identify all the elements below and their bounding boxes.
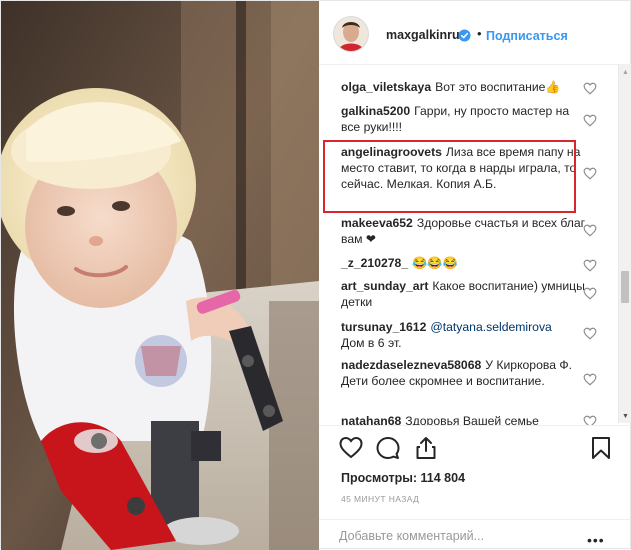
- comment: galkina5200 Гарри, ну просто мастер на вс…: [341, 103, 586, 135]
- post-photo[interactable]: [1, 1, 319, 550]
- comment-username[interactable]: natahan68: [341, 414, 401, 425]
- post-timestamp[interactable]: 45 МИНУТ НАЗАД: [341, 494, 419, 504]
- heart-icon[interactable]: [583, 259, 597, 272]
- heart-icon[interactable]: [583, 373, 597, 386]
- comment-icon[interactable]: [376, 436, 400, 460]
- comment-username[interactable]: olga_viletskaya: [341, 80, 431, 94]
- comment-username[interactable]: _z_210278_: [341, 256, 408, 270]
- comment: tursunay_1612 @tatyana.seldemirova Дом в 6…: [341, 319, 586, 351]
- post-sidebar: maxgalkinru • Подписаться olga_viletskay…: [319, 1, 631, 550]
- comment-username[interactable]: makeeva652: [341, 216, 413, 230]
- comment: _z_210278_ 😂😂😂: [341, 255, 586, 271]
- comment-mention[interactable]: @tatyana.seldemirova: [430, 320, 551, 334]
- views-number: 114 804: [420, 471, 466, 485]
- post-header: maxgalkinru • Подписаться: [319, 1, 631, 65]
- action-bar: [319, 425, 631, 465]
- comment-text: Здоровья Вашей семье: [405, 414, 539, 425]
- comments-scrollbar[interactable]: ▲ ▼: [618, 65, 631, 423]
- follow-button[interactable]: Подписаться: [486, 29, 568, 43]
- child-elevator-photo: [1, 1, 319, 550]
- comment-username[interactable]: galkina5200: [341, 104, 410, 118]
- heart-icon[interactable]: [583, 167, 597, 180]
- comment-text: Вот это воспитание👍: [435, 80, 561, 94]
- comment-text: Дом в 6 эт.: [341, 336, 402, 350]
- more-options-icon[interactable]: •••: [587, 532, 605, 548]
- comment: nadezdaselezneva58068 У Киркорова Ф. Дети…: [341, 357, 586, 389]
- avatar[interactable]: [333, 16, 369, 52]
- scroll-down-arrow-icon[interactable]: ▼: [622, 413, 629, 420]
- scroll-thumb[interactable]: [621, 271, 629, 303]
- comment-username[interactable]: nadezdaselezneva58068: [341, 358, 481, 372]
- comment: makeeva652 Здоровье счастья и всех благ в…: [341, 215, 586, 247]
- heart-icon[interactable]: [583, 287, 597, 300]
- username[interactable]: maxgalkinru: [386, 28, 460, 42]
- instagram-post: maxgalkinru • Подписаться olga_viletskay…: [0, 0, 631, 550]
- comment: natahan68 Здоровья Вашей семье: [341, 413, 586, 425]
- comment: art_sunday_art Какое воспитание) умницы д…: [341, 278, 586, 310]
- comment-username[interactable]: art_sunday_art: [341, 279, 428, 293]
- views-label: Просмотры:: [341, 471, 418, 485]
- heart-icon[interactable]: [339, 436, 363, 460]
- heart-icon[interactable]: [583, 327, 597, 340]
- comment-text: 😂😂😂: [412, 256, 458, 270]
- bookmark-icon[interactable]: [589, 436, 613, 460]
- add-comment-section: •••: [319, 519, 631, 550]
- add-comment-input[interactable]: [339, 529, 569, 543]
- views-count[interactable]: Просмотры: 114 804: [341, 471, 465, 485]
- comments-list[interactable]: olga_viletskaya Вот это воспитание👍 galki…: [319, 65, 631, 425]
- share-icon[interactable]: [414, 436, 438, 460]
- comment-username[interactable]: tursunay_1612: [341, 320, 426, 334]
- highlight-box: [323, 140, 576, 213]
- heart-icon[interactable]: [583, 415, 597, 425]
- verified-badge-icon: [458, 29, 471, 42]
- scroll-up-arrow-icon[interactable]: ▲: [622, 69, 629, 76]
- heart-icon[interactable]: [583, 224, 597, 237]
- header-separator: •: [477, 26, 482, 41]
- comment: olga_viletskaya Вот это воспитание👍: [341, 79, 586, 95]
- heart-icon[interactable]: [583, 114, 597, 127]
- avatar-image: [334, 17, 368, 51]
- heart-icon[interactable]: [583, 82, 597, 95]
